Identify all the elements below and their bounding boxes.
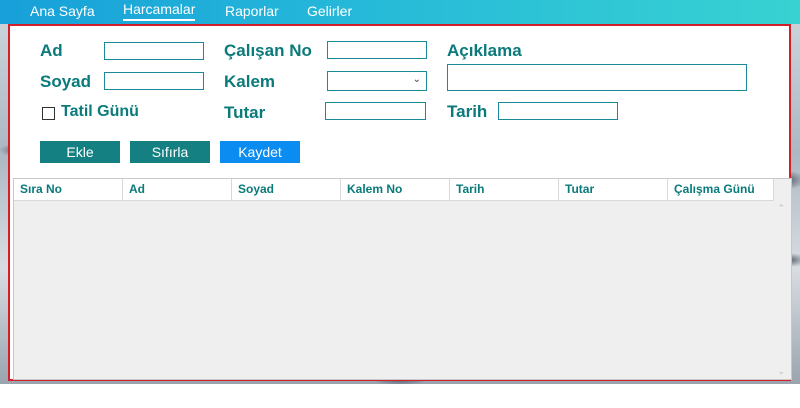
harcama-table[interactable]: Sıra No Ad Soyad Kalem No Tarih Tutar Ça…	[13, 178, 792, 380]
kaydet-button[interactable]: Kaydet	[220, 141, 300, 163]
ekle-button[interactable]: Ekle	[40, 141, 120, 163]
tutar-label: Tutar	[224, 103, 266, 122]
table-header: Sıra No Ad Soyad Kalem No Tarih Tutar Ça…	[14, 179, 774, 201]
tarih-input[interactable]	[498, 102, 618, 120]
top-nav: Ana Sayfa Harcamalar Raporlar Gelirler	[0, 0, 800, 24]
column-soyad[interactable]: Soyad	[232, 179, 341, 200]
sifirla-button[interactable]: Sıfırla	[130, 141, 210, 163]
ad-label: Ad	[40, 41, 63, 60]
column-tutar[interactable]: Tutar	[559, 179, 668, 200]
column-calisma-gunu[interactable]: Çalışma Günü	[668, 179, 774, 200]
scroll-up-icon[interactable]: ⌃	[777, 203, 785, 214]
nav-gelirler[interactable]: Gelirler	[307, 1, 352, 21]
kalem-select[interactable]: ⌄	[327, 71, 427, 91]
kalem-label: Kalem	[224, 72, 276, 91]
tutar-input[interactable]	[325, 102, 426, 120]
nav-ana-sayfa[interactable]: Ana Sayfa	[30, 1, 95, 21]
ad-input[interactable]	[104, 42, 204, 60]
calisan-no-label: Çalışan No	[224, 41, 312, 60]
column-sira-no[interactable]: Sıra No	[14, 179, 123, 200]
nav-harcamalar[interactable]: Harcamalar	[123, 0, 196, 21]
aciklama-label: Açıklama	[447, 41, 522, 60]
aciklama-input[interactable]	[447, 64, 747, 91]
column-tarih[interactable]: Tarih	[450, 179, 559, 200]
nav-raporlar[interactable]: Raporlar	[225, 1, 279, 21]
column-ad[interactable]: Ad	[123, 179, 232, 200]
column-kalem-no[interactable]: Kalem No	[341, 179, 450, 200]
harcama-panel: Ad Soyad Tatil Günü Çalışan No Kalem ⌄ T…	[8, 24, 792, 381]
scroll-down-icon[interactable]: ⌄	[777, 366, 785, 377]
chevron-down-icon: ⌄	[412, 74, 421, 85]
soyad-input[interactable]	[104, 72, 204, 90]
tatil-gunu-label: Tatil Günü	[61, 103, 139, 120]
tatil-gunu-checkbox[interactable]	[42, 107, 55, 120]
tarih-label: Tarih	[447, 102, 488, 121]
soyad-label: Soyad	[40, 72, 92, 91]
calisan-no-input[interactable]	[327, 41, 427, 59]
